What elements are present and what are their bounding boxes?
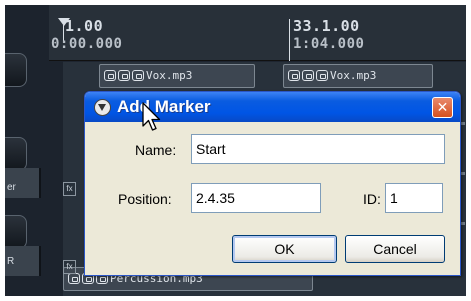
track-button-2[interactable] xyxy=(5,137,27,171)
timeline-ruler[interactable]: 1.00 0:00.000 33.1.00 1:04.000 xyxy=(49,5,466,61)
item-fx-icon xyxy=(132,70,144,81)
reaper-logo-icon xyxy=(94,99,111,116)
add-marker-dialog: Add Marker ✕ Name: Position: ID: OK Canc… xyxy=(84,91,461,276)
name-input[interactable] xyxy=(191,134,445,164)
cancel-button[interactable]: Cancel xyxy=(345,235,445,263)
position-label: Position: xyxy=(118,191,172,207)
track-row-label: er xyxy=(7,182,16,193)
ruler-bar-label: 33.1.00 xyxy=(293,17,360,35)
item-fx-icon xyxy=(316,70,328,81)
track-tab-1[interactable]: er xyxy=(5,168,41,198)
item-notes-icon xyxy=(118,70,130,81)
item-notes-icon xyxy=(302,70,314,81)
id-input[interactable] xyxy=(385,183,443,213)
screenshot-stage: er R 1.00 0:00.000 33.1.00 1:04.000 Vox.… xyxy=(0,0,471,301)
track-button-1[interactable] xyxy=(5,53,27,87)
close-button[interactable]: ✕ xyxy=(432,97,453,118)
media-item-1[interactable]: Vox.mp3 xyxy=(99,64,255,88)
track-tab-2[interactable]: R xyxy=(5,246,41,276)
media-item-name: Vox.mp3 xyxy=(330,69,377,82)
item-lock-icon xyxy=(288,70,300,81)
ok-button[interactable]: OK xyxy=(232,235,337,263)
mouse-pointer-icon xyxy=(142,102,161,131)
position-input[interactable] xyxy=(191,183,321,213)
ruler-time-label: 1:04.000 xyxy=(293,36,365,52)
media-item-name: Vox.mp3 xyxy=(146,69,193,82)
ruler-bar-label: 1.00 xyxy=(65,17,104,35)
name-label: Name: xyxy=(135,142,177,158)
item-lock-icon xyxy=(68,273,80,284)
track-button-3[interactable] xyxy=(5,215,27,249)
item-lock-icon xyxy=(104,70,116,81)
ruler-time-label: 0:00.000 xyxy=(51,36,123,52)
id-label: ID: xyxy=(363,191,381,207)
ruler-tick xyxy=(289,19,290,61)
daw-window: er R 1.00 0:00.000 33.1.00 1:04.000 Vox.… xyxy=(5,5,466,296)
track-fx-button[interactable]: fx xyxy=(63,260,76,274)
track-row-label: R xyxy=(7,256,15,267)
media-item-2[interactable]: Vox.mp3 xyxy=(283,64,433,88)
track-fx-button[interactable]: fx xyxy=(63,182,76,196)
